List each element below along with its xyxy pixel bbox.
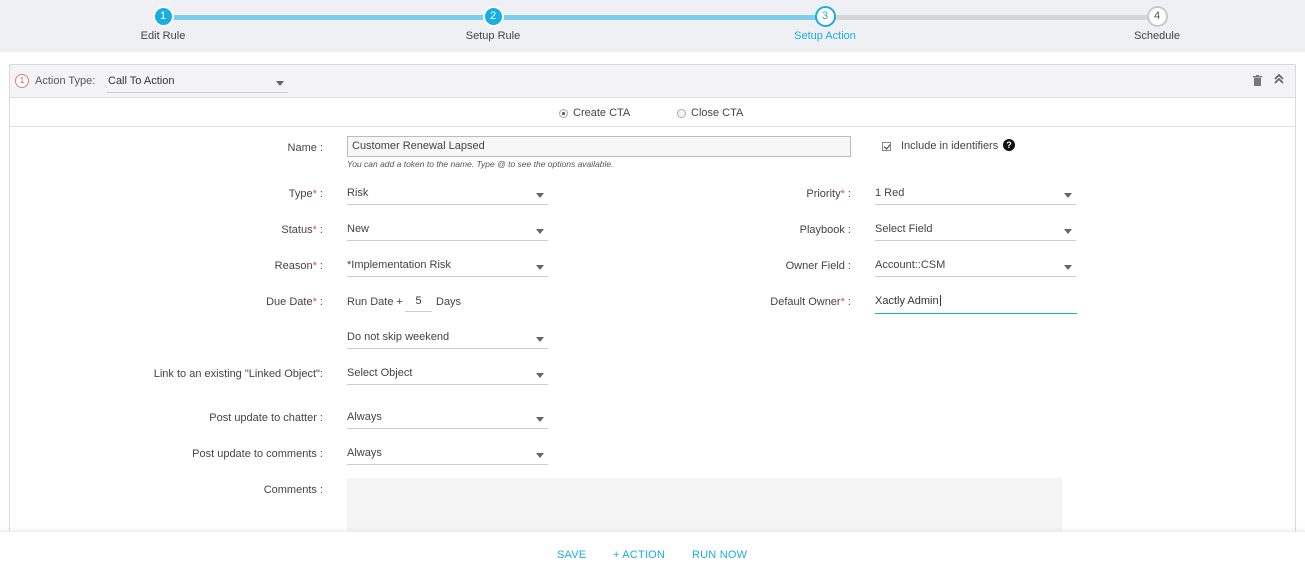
priority-select[interactable]: 1 Red bbox=[875, 183, 1076, 205]
step-number: 4 bbox=[1146, 6, 1168, 27]
reason-value: *Implementation Risk bbox=[347, 259, 451, 271]
name-input[interactable]: Customer Renewal Lapsed bbox=[347, 136, 851, 157]
step-label: Schedule bbox=[1134, 30, 1180, 42]
post-chatter-value: Always bbox=[347, 411, 382, 423]
step-label: Edit Rule bbox=[140, 30, 186, 42]
radio-unselected-icon bbox=[677, 108, 686, 118]
playbook-value: Select Field bbox=[875, 223, 933, 235]
post-comments-value: Always bbox=[347, 447, 382, 459]
comments-label: Comments : bbox=[263, 484, 323, 496]
step-label: Setup Action bbox=[794, 30, 856, 42]
step-number: 1 bbox=[152, 6, 174, 27]
playbook-select[interactable]: Select Field bbox=[875, 219, 1076, 241]
comments-textarea[interactable] bbox=[347, 478, 1062, 538]
step-label: Setup Rule bbox=[465, 30, 521, 42]
text-cursor bbox=[939, 295, 941, 306]
action-footer: SAVE + ACTION RUN NOW bbox=[0, 531, 1305, 577]
action-type-value: Call To Action bbox=[108, 75, 175, 87]
chevron-down-icon bbox=[536, 417, 544, 422]
action-type-select[interactable]: Call To Action bbox=[107, 71, 288, 93]
chevron-down-icon bbox=[536, 373, 544, 378]
save-button[interactable]: SAVE bbox=[557, 549, 586, 561]
post-chatter-select[interactable]: Always bbox=[347, 407, 548, 429]
name-hint: You can add a token to the name. Type @ … bbox=[347, 159, 614, 169]
reason-select[interactable]: *Implementation Risk bbox=[347, 255, 548, 277]
due-days-input[interactable]: 5 bbox=[405, 290, 432, 312]
post-chatter-label: Post update to chatter : bbox=[209, 412, 323, 424]
priority-value: 1 Red bbox=[875, 187, 905, 199]
playbook-label: Playbook : bbox=[799, 224, 851, 236]
radio-selected-icon bbox=[559, 108, 568, 118]
step-number: 2 bbox=[482, 6, 504, 27]
chevron-down-icon bbox=[536, 229, 544, 234]
step-number: 3 bbox=[814, 6, 836, 27]
linked-object-value: Select Object bbox=[347, 367, 413, 379]
days-label: Days bbox=[436, 296, 462, 308]
owner-field-value: Account::CSM bbox=[875, 259, 946, 271]
close-cta-radio[interactable]: Close CTA bbox=[677, 107, 743, 119]
chevron-down-icon bbox=[276, 81, 284, 86]
name-label: Name : bbox=[287, 142, 323, 154]
skip-weekend-select[interactable]: Do not skip weekend bbox=[347, 327, 548, 349]
default-owner-value: Xactly Admin bbox=[875, 295, 939, 307]
wizard-step-setup-rule[interactable]: 2 Setup Rule bbox=[433, 6, 553, 42]
chevron-down-icon bbox=[536, 265, 544, 270]
post-comments-select[interactable]: Always bbox=[347, 443, 548, 465]
run-date-prefix: Run Date + bbox=[347, 296, 403, 308]
post-comments-label: Post update to comments : bbox=[192, 448, 323, 460]
priority-label: Priority* : bbox=[806, 188, 851, 200]
include-identifiers-label: Include in identifiers bbox=[901, 140, 999, 152]
action-type-label: Action Type: bbox=[35, 75, 96, 87]
radio-label: Create CTA bbox=[573, 107, 631, 119]
chevron-down-icon bbox=[1064, 265, 1072, 270]
wizard-step-setup-action[interactable]: 3 Setup Action bbox=[765, 6, 885, 42]
due-date-label: Due Date* : bbox=[266, 296, 323, 308]
wizard-progress: 1 Edit Rule 2 Setup Rule 3 Setup Action … bbox=[0, 0, 1305, 52]
owner-field-select[interactable]: Account::CSM bbox=[875, 255, 1076, 277]
wizard-step-edit-rule[interactable]: 1 Edit Rule bbox=[103, 6, 223, 42]
linked-object-select[interactable]: Select Object bbox=[347, 363, 548, 385]
reason-label: Reason* : bbox=[274, 260, 323, 272]
default-owner-input[interactable]: Xactly Admin bbox=[875, 290, 1077, 314]
create-cta-radio[interactable]: Create CTA bbox=[559, 107, 630, 119]
chevron-down-icon bbox=[536, 337, 544, 342]
trash-icon[interactable] bbox=[1253, 75, 1262, 86]
help-icon[interactable]: ? bbox=[1003, 139, 1015, 151]
radio-label: Close CTA bbox=[691, 107, 744, 119]
type-value: Risk bbox=[347, 187, 369, 199]
skip-weekend-value: Do not skip weekend bbox=[347, 331, 450, 343]
action-panel-header: 1 Action Type: Call To Action bbox=[10, 65, 1295, 98]
status-value: New bbox=[347, 223, 370, 235]
status-label: Status* : bbox=[281, 224, 323, 236]
cta-mode-radio-group: Create CTA Close CTA bbox=[10, 98, 1295, 127]
chevron-down-icon bbox=[536, 453, 544, 458]
type-label: Type* : bbox=[288, 188, 323, 200]
wizard-step-schedule[interactable]: 4 Schedule bbox=[1097, 6, 1217, 42]
owner-field-label: Owner Field : bbox=[785, 260, 851, 272]
default-owner-label: Default Owner* : bbox=[770, 296, 851, 308]
run-now-button[interactable]: RUN NOW bbox=[692, 549, 747, 561]
include-identifiers-checkbox[interactable] bbox=[882, 142, 891, 151]
chevron-down-icon bbox=[1064, 193, 1072, 198]
type-select[interactable]: Risk bbox=[347, 183, 548, 205]
linked-object-label: Link to an existing "Linked Object": bbox=[153, 368, 323, 380]
chevron-down-icon bbox=[536, 193, 544, 198]
status-select[interactable]: New bbox=[347, 219, 548, 241]
action-index-badge: 1 bbox=[15, 74, 29, 88]
chevron-down-icon bbox=[1064, 229, 1072, 234]
add-action-button[interactable]: + ACTION bbox=[613, 549, 665, 561]
collapse-icon[interactable] bbox=[1273, 73, 1285, 85]
